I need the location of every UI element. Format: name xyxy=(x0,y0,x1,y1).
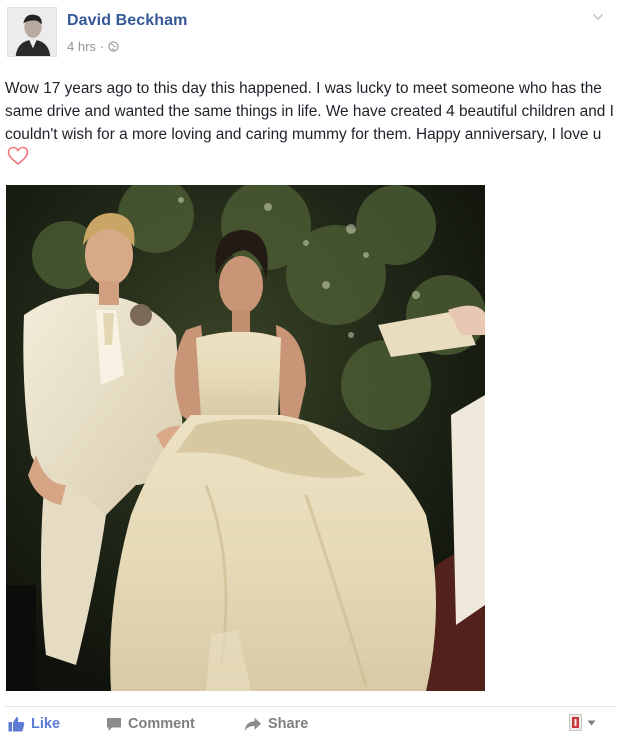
post-actions-bar: Like Comment Share xyxy=(0,713,620,739)
caret-down-icon xyxy=(587,720,596,725)
facebook-post: David Beckham 4 hrs · Wow 17 years ago t… xyxy=(0,0,620,748)
comment-button[interactable]: Comment xyxy=(106,716,195,732)
globe-icon[interactable] xyxy=(108,41,119,52)
heart-icon xyxy=(7,146,29,166)
post-meta: 4 hrs · xyxy=(67,39,119,54)
meta-separator: · xyxy=(99,39,105,54)
author-name[interactable]: David Beckham xyxy=(67,12,187,30)
post-message: Wow 17 years ago to this day this happen… xyxy=(5,80,614,143)
page-avatar-icon xyxy=(569,714,582,731)
page-selector[interactable] xyxy=(569,714,596,731)
like-button[interactable]: Like xyxy=(8,716,60,732)
share-button[interactable]: Share xyxy=(244,716,308,732)
post-text: Wow 17 years ago to this day this happen… xyxy=(5,77,615,169)
post-photo[interactable] xyxy=(6,185,485,691)
thumbs-up-icon xyxy=(8,717,25,732)
comment-icon xyxy=(107,717,121,731)
post-timestamp[interactable]: 4 hrs xyxy=(67,39,96,54)
share-label: Share xyxy=(268,716,309,732)
like-label: Like xyxy=(31,716,61,732)
comment-label: Comment xyxy=(128,716,195,732)
chevron-down-icon[interactable] xyxy=(592,12,604,22)
share-arrow-icon xyxy=(244,717,262,731)
actions-divider xyxy=(5,706,615,707)
author-avatar[interactable] xyxy=(7,7,57,57)
